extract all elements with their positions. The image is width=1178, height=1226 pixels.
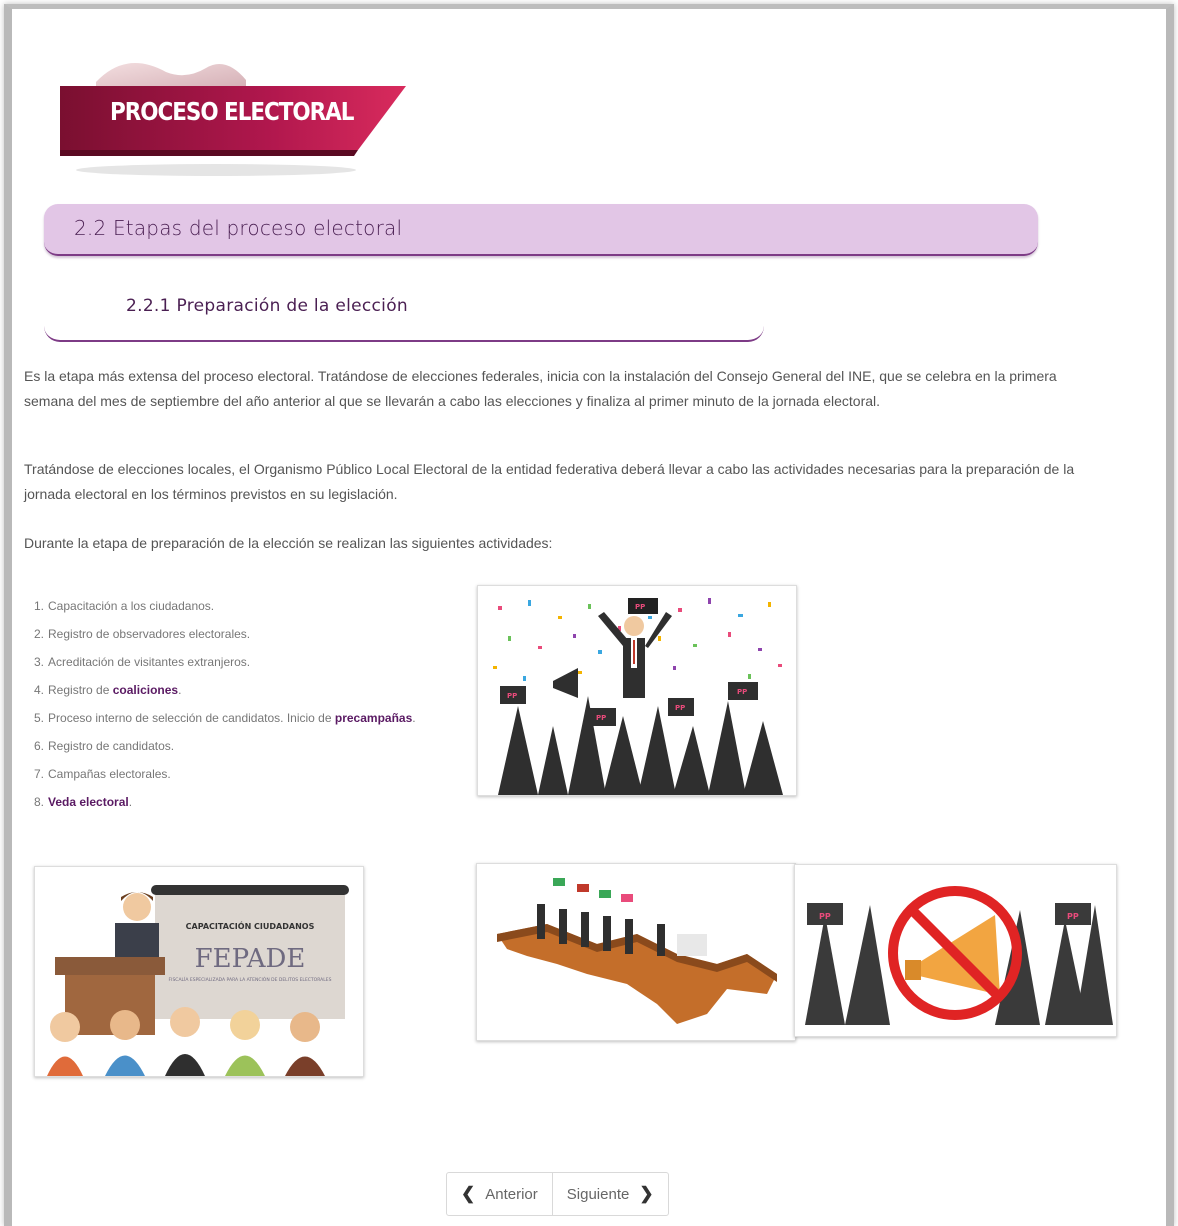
subsection-underline (44, 318, 764, 342)
section-title: 2.2 Etapas del proceso electoral (74, 216, 403, 240)
svg-text:PP: PP (635, 603, 645, 611)
list-item: 4. Registro de coaliciones. (34, 683, 182, 697)
veda-electoral-link[interactable]: Veda electoral (48, 795, 129, 809)
next-label: Siguiente (566, 1185, 630, 1203)
svg-text:PP: PP (1067, 912, 1079, 921)
svg-text:PP: PP (507, 692, 517, 700)
section-header: 2.2 Etapas del proceso electoral (44, 204, 1038, 256)
list-item: 5. Proceso interno de selección de candid… (34, 711, 416, 725)
list-item: 2. Registro de observadores electorales. (34, 627, 251, 641)
mexico-map-image (476, 863, 796, 1041)
veda-electoral-image: PP PP (794, 864, 1117, 1037)
fepade-training-image: CAPACITACIÓN CIUDADANOS FEPADE FISCALÍA … (34, 866, 364, 1077)
activities-list: 1. Capacitación a los ciudadanos. 2. Regis… (34, 598, 434, 822)
precampanas-link[interactable]: precampañas (335, 711, 412, 725)
list-item: 3. Acreditación de visitantes extranjeros… (34, 655, 251, 669)
pagination: ❮ Anterior Siguiente ❯ (446, 1172, 669, 1216)
intro-paragraph: Es la etapa más extensa del proceso elec… (24, 368, 1057, 409)
banner-title: PROCESO ELECTORAL (110, 97, 354, 126)
next-button[interactable]: Siguiente ❯ (551, 1173, 668, 1215)
svg-text:PP: PP (596, 714, 606, 722)
svg-text:FISCALÍA ESPECIALIZADA PARA LA: FISCALÍA ESPECIALIZADA PARA LA ATENCIÓN … (169, 976, 332, 983)
list-item: 7. Campañas electorales. (34, 767, 171, 781)
previous-button[interactable]: ❮ Anterior (447, 1173, 552, 1215)
chevron-left-icon: ❮ (461, 1184, 476, 1203)
svg-text:PP: PP (819, 912, 831, 921)
previous-label: Anterior (485, 1185, 538, 1203)
chevron-right-icon: ❯ (639, 1184, 654, 1203)
svg-text:FEPADE: FEPADE (195, 944, 306, 974)
campaign-rally-image: PP PP PP PP PP (477, 585, 797, 796)
svg-text:CAPACITACIÓN CIUDADANOS: CAPACITACIÓN CIUDADANOS (186, 920, 315, 931)
svg-text:PP: PP (675, 704, 685, 712)
coaliciones-link[interactable]: coaliciones (113, 683, 178, 697)
activities-intro: Durante la etapa de preparación de la el… (24, 535, 553, 551)
list-item: 8. Veda electoral. (34, 795, 133, 809)
list-item: 6. Registro de candidatos. (34, 739, 175, 753)
list-item: 1. Capacitación a los ciudadanos. (34, 599, 215, 613)
svg-text:PP: PP (737, 688, 747, 696)
local-elections-paragraph: Tratándose de elecciones locales, el Org… (24, 461, 1075, 502)
subsection-title: 2.2.1 Preparación de la elección (126, 296, 408, 316)
